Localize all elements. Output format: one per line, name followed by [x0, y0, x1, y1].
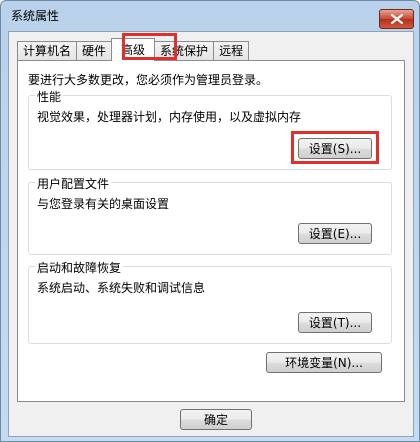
tab-remote[interactable]: 远程 [213, 41, 250, 61]
performance-title: 性能 [35, 88, 64, 105]
system-properties-window: 系统属性 计算机名 硬件 高级 系统保护 远程 要进行大多数更改，您必须作为管理… [0, 0, 420, 442]
tab-computer-name[interactable]: 计算机名 [17, 41, 78, 61]
close-icon [390, 14, 403, 24]
tab-hardware[interactable]: 硬件 [76, 41, 113, 61]
advanced-tab-highlight [122, 33, 177, 60]
title-bar[interactable]: 系统属性 [1, 1, 419, 31]
user-profiles-settings-button[interactable]: 设置(E)... [298, 223, 372, 244]
startup-recovery-title: 启动和故障恢复 [35, 259, 124, 276]
advanced-tab-panel: 要进行大多数更改，您必须作为管理员登录。 性能 视觉效果，处理器计划，内存使用，… [17, 60, 405, 402]
dialog-client-area: 计算机名 硬件 高级 系统保护 远程 要进行大多数更改，您必须作为管理员登录。 … [8, 31, 414, 437]
user-profiles-description: 与您登录有关的桌面设置 [37, 197, 170, 211]
ok-button[interactable]: 确定 [180, 409, 252, 430]
window-title: 系统属性 [11, 9, 60, 23]
startup-recovery-settings-button[interactable]: 设置(T)... [298, 312, 372, 333]
environment-variables-button[interactable]: 环境变量(N)... [266, 352, 382, 373]
admin-notice: 要进行大多数更改，您必须作为管理员登录。 [28, 73, 269, 87]
startup-recovery-group: 启动和故障恢复 系统启动、系统失败和调试信息 设置(T)... [28, 259, 392, 344]
startup-recovery-description: 系统启动、系统失败和调试信息 [37, 281, 206, 295]
user-profiles-title: 用户配置文件 [35, 175, 112, 192]
close-button[interactable] [379, 9, 414, 29]
performance-group: 性能 视觉效果，处理器计划，内存使用，以及虚拟内存 设置(S)... [28, 88, 392, 170]
performance-description: 视觉效果，处理器计划，内存使用，以及虚拟内存 [37, 110, 302, 124]
performance-settings-highlight [291, 131, 379, 164]
user-profiles-group: 用户配置文件 与您登录有关的桌面设置 设置(E)... [28, 175, 392, 255]
